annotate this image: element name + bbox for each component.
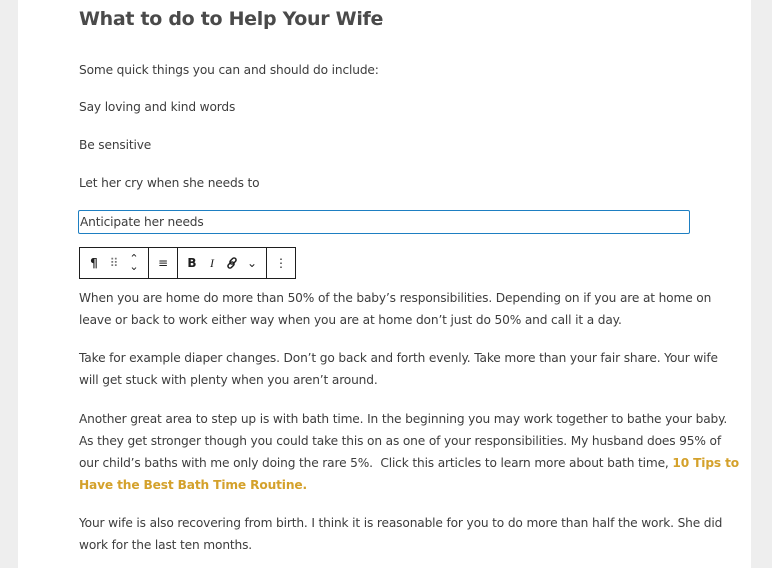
move-down-icon[interactable]: ⌄ bbox=[129, 261, 138, 272]
paragraph-block[interactable]: Say loving and kind words bbox=[79, 96, 691, 118]
paragraph-block[interactable]: Another great area to step up is with ba… bbox=[79, 408, 739, 496]
options-icon[interactable]: ⋮ bbox=[271, 249, 291, 277]
paragraph-block[interactable]: Your wife is also recovering from birth.… bbox=[79, 512, 722, 556]
paragraph-block[interactable]: Be sensitive bbox=[79, 134, 691, 156]
paragraph-icon[interactable]: ¶ bbox=[84, 249, 104, 277]
more-rich-text-chevron-icon[interactable]: ⌄ bbox=[242, 249, 262, 277]
paragraph-block[interactable]: Some quick things you can and should do … bbox=[79, 59, 691, 81]
selected-paragraph-block[interactable]: Anticipate her needs bbox=[78, 210, 690, 234]
paragraph-block[interactable]: Take for example diaper changes. Don’t g… bbox=[79, 347, 718, 391]
paragraph-block[interactable]: When you are home do more than 50% of th… bbox=[79, 287, 711, 331]
paragraph-block[interactable]: Let her cry when she needs to bbox=[79, 172, 691, 194]
bath-time-link[interactable]: 10 Tips to bbox=[672, 456, 739, 470]
bath-time-link[interactable]: Have the Best Bath Time Routine. bbox=[79, 478, 307, 492]
link-icon[interactable] bbox=[222, 249, 242, 277]
drag-handle-icon[interactable]: ⠿ bbox=[104, 249, 124, 277]
align-icon[interactable]: ≡ bbox=[153, 249, 173, 277]
block-toolbar: ¶ ⠿ ⌃ ⌄ ≡ B I ⌄ ⋮ bbox=[79, 247, 296, 279]
italic-button[interactable]: I bbox=[202, 249, 222, 277]
move-block-buttons: ⌃ ⌄ bbox=[124, 249, 144, 277]
bold-button[interactable]: B bbox=[182, 249, 202, 277]
heading-block[interactable]: What to do to Help Your Wife bbox=[79, 8, 383, 30]
